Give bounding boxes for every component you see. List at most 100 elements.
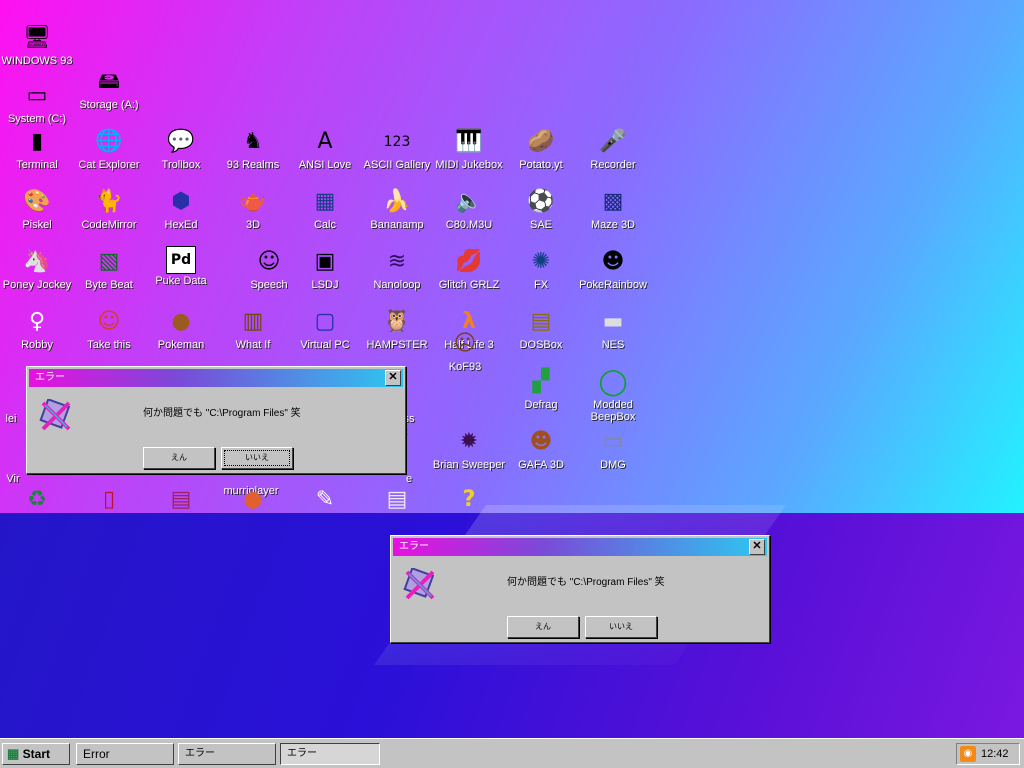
desktop-icon-take-this[interactable]: ☺ Take this: [70, 306, 148, 364]
maze-icon: ▩: [602, 189, 624, 214]
desktop-icon-nanoloop[interactable]: ≋ Nanoloop: [358, 246, 436, 304]
dialog-message: 何か問題でも "C:\Program Files" 笑: [143, 408, 301, 419]
desktop-icon-poney-jockey[interactable]: 🦄 Poney Jockey: [0, 246, 76, 304]
desktop-icon-ansi-love[interactable]: A ANSI Love: [286, 126, 364, 184]
desktop-icon-label: Byte Beat: [85, 279, 133, 291]
yes-button[interactable]: えん: [143, 447, 215, 469]
desktop-icon-address-book[interactable]: ▤: [142, 484, 220, 514]
desktop-icon-label: Terminal: [16, 159, 58, 171]
owl-icon: 🦉: [383, 309, 411, 334]
desktop-icon-label: WINDOWS 93: [1, 55, 73, 67]
no-button[interactable]: いいえ: [585, 616, 657, 638]
desktop-icon-codemirror[interactable]: 🐈 CodeMirror: [70, 186, 148, 244]
clown-icon: ☺: [97, 309, 121, 334]
desktop-icon-dosbox[interactable]: ▤ DOSBox: [502, 306, 580, 364]
desktop-icon-label: Trollbox: [161, 159, 201, 171]
desktop-icon-ascii-gallery[interactable]: 123 ASCII Gallery: [358, 126, 436, 184]
desktop-icon-terminal[interactable]: ▮ Terminal: [0, 126, 76, 184]
desktop-icon-midi-jukebox[interactable]: 🎹 MIDI Jukebox: [430, 126, 508, 184]
dialog-message: 何か問題でも "C:\Program Files" 笑: [507, 577, 665, 588]
desktop-icon-piskel[interactable]: 🎨 Piskel: [0, 186, 76, 244]
desktop-icon-label: NES: [601, 339, 625, 351]
task-button-dialog-1[interactable]: エラー: [178, 743, 276, 765]
desktop-icon-label: Modded BeepBox: [590, 399, 636, 423]
desktop-icon-defrag[interactable]: ▞ Defrag: [502, 366, 580, 424]
task-button-dialog-2[interactable]: エラー: [280, 743, 380, 765]
desktop-icon-potato[interactable]: 🥔 Potato.yt: [502, 126, 580, 184]
desktop-icon-hexed[interactable]: ⬢ HexEd: [142, 186, 220, 244]
wave-icon: ▧: [98, 249, 120, 274]
error-dialog[interactable]: エラー ✕ 何か問題でも "C:\Program Files" 笑 えん いいえ: [390, 535, 770, 643]
desktop-icon-recycle-bin[interactable]: ♻: [0, 484, 76, 514]
desktop-icon-label: C80.M3U: [445, 219, 493, 231]
desktop-icon-what-if[interactable]: ▥ What If: [214, 306, 292, 364]
numbers-icon: 123: [383, 134, 411, 150]
file-icon: ▯: [102, 487, 116, 512]
desktop-icon-trollbox[interactable]: 💬 Trollbox: [142, 126, 220, 184]
floppy-drive-icon: 🖴: [97, 69, 121, 94]
desktop-icon-pokerainbow[interactable]: ☻ PokeRainbow: [574, 246, 652, 304]
desktop-icon-3d[interactable]: 🫖 3D: [214, 186, 292, 244]
no-button[interactable]: いいえ: [221, 447, 293, 469]
desktop-icon-byte-beat[interactable]: ▧ Byte Beat: [70, 246, 148, 304]
close-button[interactable]: ✕: [749, 539, 765, 555]
desktop-icon-cat-explorer[interactable]: 🌐 Cat Explorer: [70, 126, 148, 184]
dialog-titlebar[interactable]: エラー ✕: [29, 369, 403, 387]
desktop-icon-gafa-3d[interactable]: ☻ GAFA 3D: [502, 426, 580, 484]
start-button[interactable]: ▦ Start: [2, 743, 70, 765]
desktop-icon-maze-3d[interactable]: ▩ Maze 3D: [574, 186, 652, 244]
puredata-icon: Pd: [166, 246, 196, 274]
desktop-icon-calc[interactable]: ▦ Calc: [286, 186, 364, 244]
nes-icon: ▬: [602, 309, 624, 334]
desktop-icon-help[interactable]: ?: [430, 484, 508, 514]
error-dialog[interactable]: エラー ✕ 何か問題でも "C:\Program Files" 笑 えん いいえ: [26, 366, 406, 474]
desktop-icon-93-realms[interactable]: ♞ 93 Realms: [214, 126, 292, 184]
desktop-icon-kof93[interactable]: ☹ KoF93: [426, 328, 504, 386]
desktop-icon-label: Bananamp: [370, 219, 424, 231]
desktop-icon-file[interactable]: ▯: [70, 484, 148, 514]
face-icon: ☺: [257, 249, 281, 274]
desktop-icon-label: Take this: [87, 339, 131, 351]
close-icon: ✕: [752, 540, 762, 552]
error-icon: [39, 399, 71, 431]
desktop-icon-recorder[interactable]: 🎤 Recorder: [574, 126, 652, 184]
desktop-icon-pizza[interactable]: ●: [214, 484, 292, 514]
yes-button[interactable]: えん: [507, 616, 579, 638]
desktop-icon-robby[interactable]: ♀ Robby: [0, 306, 76, 364]
close-button[interactable]: ✕: [385, 370, 401, 386]
desktop-icon-dmg[interactable]: ▭ DMG: [574, 426, 652, 484]
rss-icon[interactable]: ◉: [960, 746, 976, 762]
desktop-icon-pokeman[interactable]: ● Pokeman: [142, 306, 220, 364]
desktop-icon-label: 93 Realms: [226, 159, 280, 171]
desktop-icon-brian-sweeper[interactable]: ✹ Brian Sweeper: [430, 426, 508, 484]
clock[interactable]: 12:42: [981, 744, 1009, 764]
desktop-icon-label: Defrag: [524, 399, 558, 411]
desktop-icon-lsdj[interactable]: ▣ LSDJ: [286, 246, 364, 304]
desktop-icon-glitch-grlz[interactable]: 💋 Glitch GRLZ: [430, 246, 508, 304]
desktop-icon-label: KoF93: [448, 361, 482, 373]
desktop-icon-virtual-pc[interactable]: ▢ Virtual PC: [286, 306, 364, 364]
desktop-icon-document[interactable]: ▤: [358, 484, 436, 514]
desktop-icon-hampster[interactable]: 🦉 HAMPSTER: [358, 306, 436, 364]
desktop-icon-notepad[interactable]: ✎: [286, 484, 364, 514]
desktop-icon-label: What If: [235, 339, 271, 351]
desktop-icon-storage[interactable]: 🖴 Storage (A:): [70, 66, 148, 124]
windows-logo-icon: ▦: [7, 746, 20, 761]
desktop-icon-nes[interactable]: ▬ NES: [574, 306, 652, 364]
task-button-error[interactable]: Error: [76, 743, 174, 765]
desktop-icon-bananamp[interactable]: 🍌 Bananamp: [358, 186, 436, 244]
desktop-icon-fx[interactable]: ✺ FX: [502, 246, 580, 304]
desktop-icon-label: Cat Explorer: [78, 159, 140, 171]
speaker-file-icon: 🔈: [455, 189, 483, 214]
trainers-icon: ☻: [601, 249, 625, 274]
palette-icon: 🎨: [23, 189, 51, 214]
dialog-titlebar[interactable]: エラー ✕: [393, 538, 767, 556]
desktop-icon-modded-beepbox[interactable]: ◯ Modded BeepBox: [574, 366, 652, 424]
desktop-icon-label: System (C:): [7, 113, 67, 125]
desktop-icon-puke-data[interactable]: Pd Puke Data: [142, 246, 220, 304]
desktop-icon-windows93[interactable]: 🖥 WINDOWS 93: [0, 22, 76, 80]
desktop-icon-c80-m3u[interactable]: 🔈 C80.M3U: [430, 186, 508, 244]
desktop-icon-sae[interactable]: ⚽ SAE: [502, 186, 580, 244]
ball-icon: ⚽: [527, 189, 555, 214]
close-icon: ✕: [388, 371, 398, 383]
